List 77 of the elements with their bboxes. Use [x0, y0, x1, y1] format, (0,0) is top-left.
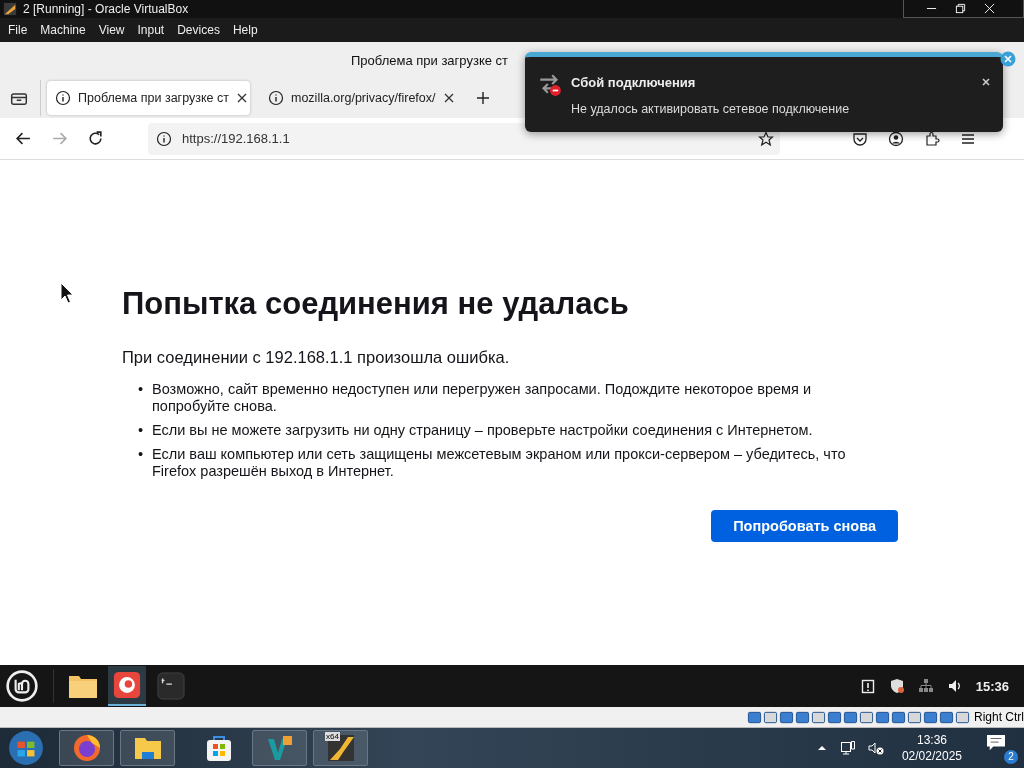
architecture-badge: x64 — [325, 732, 340, 741]
device-status-icon[interactable] — [811, 709, 826, 725]
reload-icon[interactable] — [87, 130, 104, 147]
terminal-icon — [156, 672, 186, 700]
tab-title: mozilla.org/privacy/firefox/ — [291, 91, 436, 105]
panel-launcher[interactable] — [108, 666, 146, 706]
browser-tab[interactable]: Проблема при загрузке ст — [47, 81, 250, 115]
star-icon[interactable] — [758, 130, 774, 147]
taskbar-date[interactable]: 02/02/2025 — [901, 748, 962, 764]
window-title: 2 [Running] - Oracle VirtualBox — [23, 2, 190, 16]
suggestion-item: Возможно, сайт временно недоступен или перегружен запросами. Подождите некоторое время и попробуйте снова. — [152, 381, 812, 415]
network-monitor-icon[interactable] — [839, 740, 856, 756]
device-status-icon[interactable] — [763, 709, 778, 725]
host-key-label: Right Ctrl — [974, 710, 1024, 724]
menu-item[interactable]: Machine — [40, 23, 86, 37]
device-status-icon[interactable] — [747, 709, 762, 725]
menu-item[interactable]: Input — [137, 23, 165, 37]
menu-item[interactable]: Help — [232, 23, 258, 37]
notification-count: 2 — [1004, 750, 1018, 764]
device-status-icon[interactable] — [795, 709, 810, 725]
device-status-icon[interactable] — [843, 709, 858, 725]
clipboard-icon[interactable] — [859, 678, 876, 694]
tab-title: Проблема при загрузке ст — [78, 91, 229, 105]
network-icon[interactable] — [917, 678, 934, 694]
browser-tab[interactable]: mozilla.org/privacy/firefox/ — [260, 81, 463, 115]
suggestion-item: Если ваш компьютер или сеть защищены межсетевым экраном или прокси-сервером – убедитесь, что Firefox разрешён выход в Интернет. — [152, 446, 847, 480]
close-tab-icon[interactable] — [236, 92, 248, 104]
taskbar-button[interactable] — [59, 730, 114, 766]
bullet-marker: • — [138, 422, 144, 439]
restore-icon[interactable] — [955, 3, 966, 14]
bullet-marker: • — [138, 446, 144, 464]
device-status-icon[interactable] — [923, 709, 938, 725]
start-button-icon[interactable] — [7, 729, 45, 767]
shield-icon[interactable] — [888, 678, 905, 694]
notification-message: Не удалось активировать сетевое подключение — [571, 102, 851, 116]
device-status-icon[interactable] — [907, 709, 922, 725]
device-status-icon[interactable] — [875, 709, 890, 725]
taskbar-button[interactable] — [120, 730, 175, 766]
device-status-icon[interactable] — [779, 709, 794, 725]
notification-title: Сбой подключения — [571, 75, 697, 90]
retry-button[interactable]: Попробовать снова — [711, 510, 898, 542]
error-heading: Попытка соединения не удалась — [122, 286, 630, 322]
info-icon — [156, 130, 172, 147]
device-status-icon[interactable] — [955, 709, 970, 725]
error-message: При соединении с 192.168.1.1 произошла ошибка. — [122, 348, 511, 367]
info-icon — [268, 90, 284, 106]
close-tab-icon[interactable] — [443, 92, 455, 104]
volume-icon[interactable] — [946, 678, 963, 694]
browser-window-title: Проблема при загрузке ст — [351, 52, 508, 68]
menu-item[interactable]: View — [98, 23, 125, 37]
browser-icon — [112, 671, 142, 699]
extensions-icon[interactable] — [924, 130, 940, 147]
info-icon — [55, 90, 71, 106]
browser-icon — [71, 733, 102, 763]
close-icon[interactable] — [981, 77, 991, 87]
device-status-icon[interactable] — [891, 709, 906, 725]
taskbar-time[interactable]: 13:36 — [916, 732, 947, 748]
mint-menu-icon[interactable] — [5, 669, 39, 703]
muted-speaker-icon[interactable] — [867, 740, 884, 756]
debugger-icon — [325, 733, 356, 763]
bullet-marker: • — [138, 381, 144, 399]
action-center-icon[interactable] — [986, 734, 1006, 752]
device-status-icon[interactable] — [859, 709, 874, 725]
back-icon[interactable] — [15, 130, 32, 147]
device-status-icon[interactable] — [827, 709, 842, 725]
dismiss-icon[interactable] — [1000, 51, 1016, 67]
device-status-icon[interactable] — [939, 709, 954, 725]
suggestion-item: Если вы не можете загрузить ни одну страницу – проверьте настройки соединения с Интернетом. — [152, 422, 814, 439]
virtualbox-icon — [3, 2, 17, 16]
new-tab-icon[interactable] — [475, 90, 491, 106]
cursor-icon — [60, 282, 74, 304]
account-icon[interactable] — [888, 130, 904, 147]
menu-item[interactable]: File — [8, 23, 28, 37]
taskbar-button[interactable]: x64 — [313, 730, 368, 766]
panel-clock[interactable]: 15:36 — [975, 678, 1009, 694]
menu-item[interactable]: Devices — [177, 23, 220, 37]
pocket-icon[interactable] — [852, 130, 868, 147]
